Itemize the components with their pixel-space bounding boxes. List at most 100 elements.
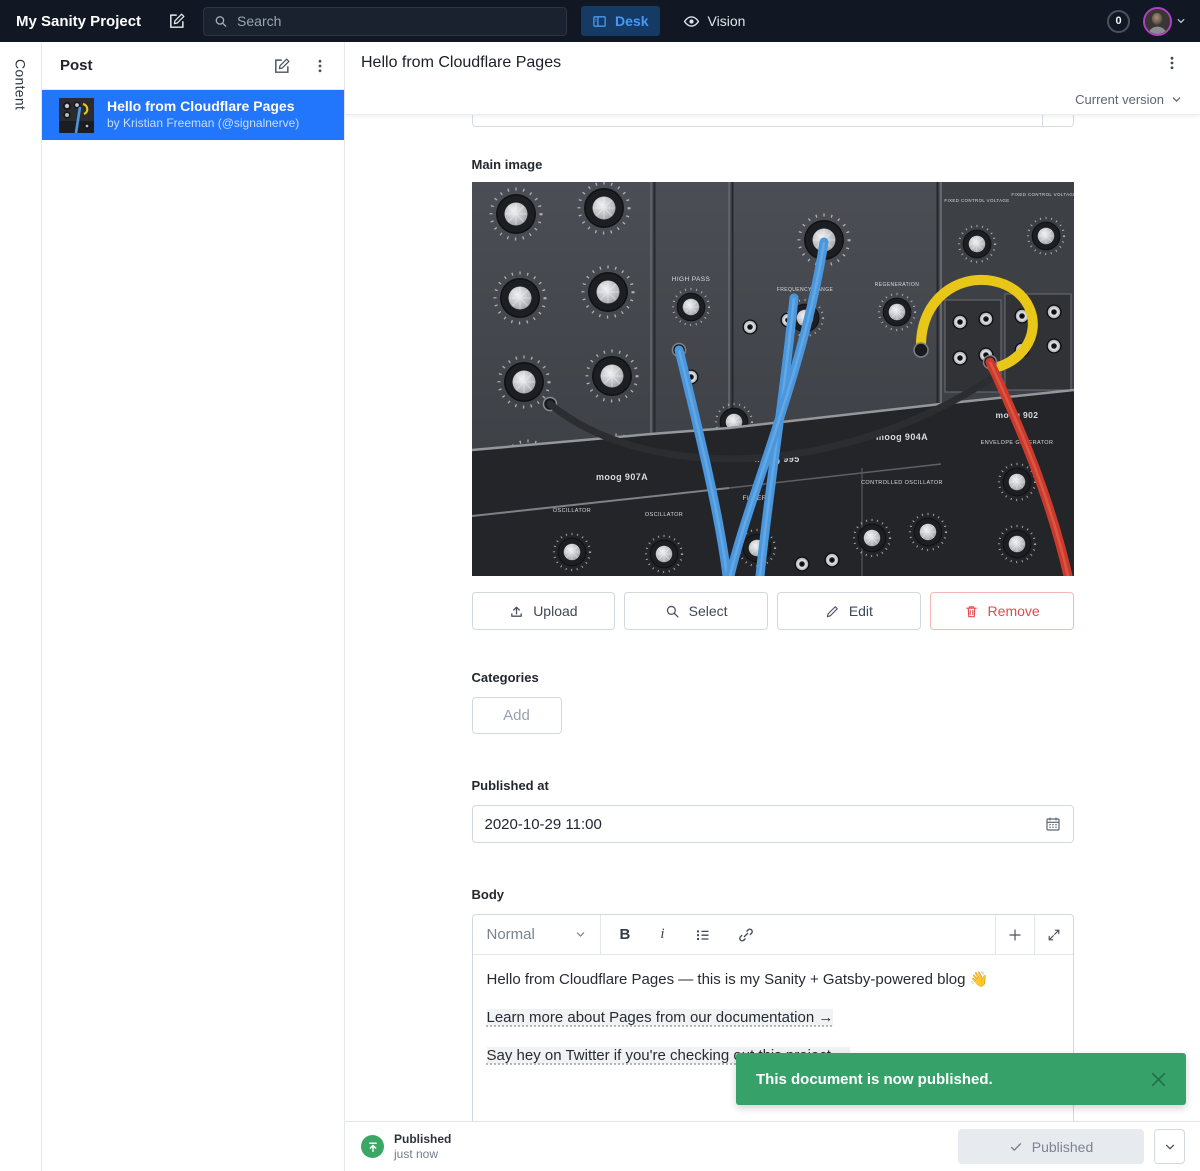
svg-text:CONTROLLED OSCILLATOR: CONTROLLED OSCILLATOR [861, 480, 943, 486]
publish-status-text: Published just now [394, 1132, 451, 1162]
publish-status-icon-wrap [361, 1135, 384, 1158]
select-button[interactable]: Select [624, 592, 768, 630]
body-link-documentation[interactable]: Learn more about Pages from our document… [487, 1009, 834, 1026]
document-footer: Published just now Published [345, 1121, 1200, 1171]
svg-text:OSCILLATOR: OSCILLATOR [552, 508, 590, 514]
document-title: Hello from Cloudflare Pages [361, 54, 1160, 72]
published-at-field[interactable] [472, 805, 1074, 843]
upload-icon [509, 604, 524, 619]
published-at-input[interactable] [485, 816, 1037, 833]
body-paragraph[interactable]: Hello from Cloudflare Pages — this is my… [487, 969, 1059, 991]
svg-text:FREQUENCY RANGE: FREQUENCY RANGE [776, 287, 833, 293]
svg-text:REGENERATION: REGENERATION [874, 282, 918, 288]
eye-icon [683, 13, 700, 30]
publish-toast: This document is now published. [736, 1053, 1186, 1105]
italic-button[interactable]: i [657, 926, 667, 943]
check-icon [1009, 1140, 1023, 1154]
chevron-down-icon [1176, 16, 1186, 26]
published-button-label: Published [1032, 1139, 1094, 1155]
edit-button[interactable]: Edit [777, 592, 921, 630]
svg-text:FIXED CONTROL VOLTAGE: FIXED CONTROL VOLTAGE [944, 198, 1009, 203]
post-item-title: Hello from Cloudflare Pages [107, 98, 299, 116]
post-item-thumbnail [59, 98, 94, 133]
notifications-badge[interactable]: 0 [1107, 10, 1130, 33]
topbar: My Sanity Project Desk Vision 0 [0, 0, 1200, 42]
search-icon [214, 14, 228, 29]
remove-button[interactable]: Remove [930, 592, 1074, 630]
tab-desk[interactable]: Desk [581, 6, 659, 36]
pencil-icon [825, 604, 840, 619]
search-icon [665, 604, 680, 619]
kebab-menu-icon [1164, 55, 1180, 71]
global-search[interactable] [203, 7, 567, 36]
post-item-subtitle: by Kristian Freeman (@signalnerve) [107, 116, 299, 132]
document-header: Hello from Cloudflare Pages [345, 42, 1200, 84]
document-scroll-area[interactable]: Main image [345, 115, 1200, 1121]
toast-message: This document is now published. [756, 1071, 1151, 1088]
content-rail[interactable]: Content [0, 42, 42, 1171]
expand-editor-button[interactable] [1034, 915, 1073, 954]
post-pane-title: Post [60, 57, 256, 74]
kebab-menu-icon [312, 58, 328, 74]
svg-text:moog 907A: moog 907A [595, 472, 647, 482]
document-menu-button[interactable] [1160, 51, 1184, 75]
version-label: Current version [1075, 92, 1164, 107]
editor-toolbar: Normal B i [473, 915, 1073, 955]
upload-label: Upload [533, 603, 577, 619]
publish-status-title: Published [394, 1132, 451, 1147]
slug-field-divider [1042, 115, 1043, 126]
svg-text:OSCILLATOR: OSCILLATOR [644, 512, 682, 518]
publish-menu-button[interactable] [1154, 1129, 1185, 1164]
tab-vision[interactable]: Vision [672, 6, 757, 36]
content-rail-label: Content [13, 59, 29, 1171]
tab-vision-label: Vision [708, 13, 746, 29]
bullet-list-button[interactable] [695, 927, 711, 943]
add-category-button[interactable]: Add [472, 697, 562, 734]
avatar [1143, 7, 1172, 36]
user-menu[interactable] [1143, 7, 1186, 36]
published-at-label: Published at [472, 778, 1074, 793]
new-document-button[interactable] [165, 9, 189, 33]
app-body: Content Post Hello fr [0, 42, 1200, 1171]
project-title: My Sanity Project [16, 13, 141, 30]
chevron-down-icon [575, 929, 586, 940]
desk-icon [592, 14, 607, 29]
document-form: Main image [472, 115, 1074, 1121]
remove-label: Remove [988, 603, 1040, 619]
body-label: Body [472, 887, 1074, 902]
compose-icon [273, 57, 291, 75]
search-input[interactable] [237, 13, 556, 29]
trash-icon [964, 604, 979, 619]
chevron-down-icon [1164, 1141, 1176, 1153]
post-pane-menu-button[interactable] [308, 54, 332, 78]
svg-text:HIGH PASS: HIGH PASS [671, 276, 710, 283]
post-list-item-selected[interactable]: Hello from Cloudflare Pages by Kristian … [42, 90, 344, 140]
slug-field-partial[interactable] [472, 115, 1074, 127]
notifications-count: 0 [1115, 15, 1121, 27]
post-list-pane: Post Hello from Cloudflare Pages b [42, 42, 345, 1171]
edit-label: Edit [849, 603, 873, 619]
link-button[interactable] [738, 927, 754, 943]
close-icon[interactable] [1151, 1072, 1166, 1087]
insert-block-button[interactable] [995, 915, 1034, 954]
bold-button[interactable]: B [620, 926, 631, 943]
document-pane: Hello from Cloudflare Pages Current vers… [345, 42, 1200, 1171]
main-image-photo[interactable]: HIGH PASS FREQUENCY RANGE REGENERATION F… [472, 182, 1074, 576]
version-selector[interactable]: Current version [345, 84, 1200, 115]
text-style-value: Normal [487, 926, 569, 943]
published-button[interactable]: Published [958, 1129, 1144, 1164]
select-label: Select [689, 603, 728, 619]
upload-button[interactable]: Upload [472, 592, 616, 630]
plus-icon [1007, 927, 1023, 943]
post-item-text: Hello from Cloudflare Pages by Kristian … [107, 98, 299, 131]
expand-icon [1047, 928, 1061, 942]
main-image-label: Main image [472, 157, 1074, 172]
create-post-button[interactable] [270, 54, 294, 78]
categories-label: Categories [472, 670, 1074, 685]
publish-icon [366, 1140, 380, 1154]
text-style-select[interactable]: Normal [473, 915, 601, 954]
publish-status-time: just now [394, 1147, 451, 1162]
chevron-down-icon [1171, 94, 1182, 105]
svg-text:FIXED CONTROL VOLTAGE: FIXED CONTROL VOLTAGE [1011, 192, 1074, 197]
calendar-icon[interactable] [1045, 816, 1061, 832]
